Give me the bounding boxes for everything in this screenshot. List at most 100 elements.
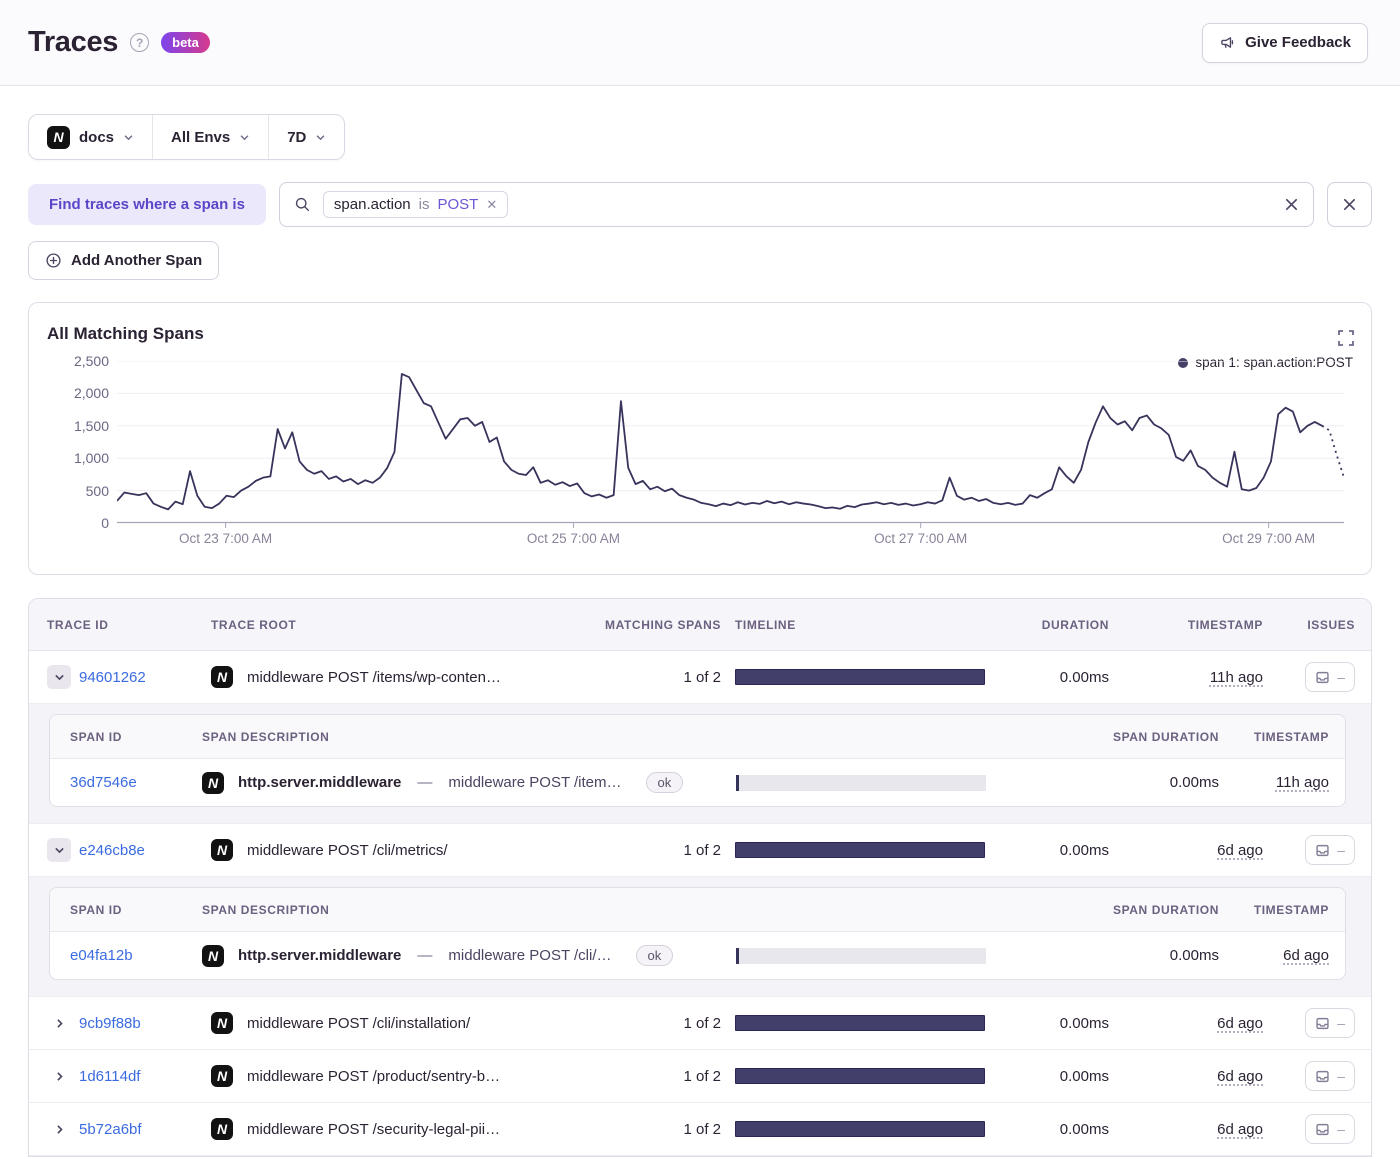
x-axis-tick-label: Oct 29 7:00 AM xyxy=(1222,531,1316,546)
x-axis-tick-label: Oct 27 7:00 AM xyxy=(874,531,968,546)
table-header-row: Trace ID Trace Root Matching Spans Timel… xyxy=(29,599,1371,651)
traces-table: Trace ID Trace Root Matching Spans Timel… xyxy=(28,598,1372,1157)
plus-circle-icon xyxy=(46,253,61,268)
col-span-timestamp: Timestamp xyxy=(1253,729,1329,744)
issues-cell[interactable]: – xyxy=(1305,835,1355,865)
project-filter[interactable]: N docs xyxy=(29,115,152,159)
chevron-right-icon xyxy=(56,1124,63,1134)
token-remove-icon[interactable]: ✕ xyxy=(486,197,497,213)
col-matching-spans: Matching Spans xyxy=(605,617,721,632)
matching-spans-chart-panel: All Matching Spans span 1: span.action:P… xyxy=(28,302,1372,575)
give-feedback-label: Give Feedback xyxy=(1245,34,1351,51)
trace-id-link[interactable]: 9cb9f88b xyxy=(79,1015,141,1032)
expand-row-button[interactable] xyxy=(47,1011,71,1035)
chevron-right-icon xyxy=(56,1018,63,1028)
op-separator: — xyxy=(417,774,433,791)
table-row: 9cb9f88b N middleware POST /cli/installa… xyxy=(29,997,1371,1050)
filter-token[interactable]: span.action is POST ✕ xyxy=(322,191,509,218)
timestamp-value[interactable]: 6d ago xyxy=(1217,1121,1263,1138)
table-row: e246cb8e N middleware POST /cli/metrics/… xyxy=(29,824,1371,877)
span-search-input[interactable]: span.action is POST ✕ xyxy=(278,182,1314,227)
token-key: span.action xyxy=(333,196,411,213)
trace-root-text: middleware POST /cli/installation/ xyxy=(247,1014,471,1032)
y-axis-tick-label: 1,500 xyxy=(73,417,109,434)
duration-value: 0.00ms xyxy=(1059,841,1109,859)
y-axis-tick-label: 500 xyxy=(85,482,109,499)
span-timeline-bar[interactable] xyxy=(736,774,986,791)
timestamp-value[interactable]: 6d ago xyxy=(1217,842,1263,859)
expand-row-button[interactable] xyxy=(47,1117,71,1141)
help-icon[interactable]: ? xyxy=(130,33,150,52)
timeline-bar[interactable] xyxy=(735,669,985,685)
span-id-link[interactable]: e04fa12b xyxy=(70,947,188,964)
timestamp-value[interactable]: 6d ago xyxy=(1217,1068,1263,1085)
col-span-duration: Span Duration xyxy=(1112,729,1219,744)
add-another-span-button[interactable]: Add Another Span xyxy=(28,241,220,280)
timestamp-value[interactable]: 11h ago xyxy=(1210,669,1263,686)
trace-id-link[interactable]: e246cb8e xyxy=(79,842,145,859)
span-table-header-row: Span ID Span Description Span Duration T… xyxy=(50,888,1345,932)
give-feedback-button[interactable]: Give Feedback xyxy=(1202,22,1368,63)
chart-plot-area[interactable]: Oct 23 7:00 AM Oct 25 7:00 AM Oct 27 7:00 … xyxy=(117,361,1344,557)
timeline-bar[interactable] xyxy=(735,842,985,858)
span-op-name: http.server.middleware xyxy=(238,774,402,791)
col-span-timestamp: Timestamp xyxy=(1253,902,1329,917)
matching-spans-count: 1 of 2 xyxy=(683,1120,721,1138)
chart-title: All Matching Spans xyxy=(47,324,204,343)
table-row: 1d6114df N middleware POST /product/sent… xyxy=(29,1050,1371,1103)
issues-cell[interactable]: – xyxy=(1305,662,1355,692)
remove-span-filter-button[interactable] xyxy=(1327,182,1372,227)
expanded-span-panel: Span ID Span Description Span Duration T… xyxy=(29,704,1371,824)
date-range-label: 7D xyxy=(287,128,307,146)
fullscreen-icon xyxy=(1338,330,1354,346)
issues-cell[interactable]: – xyxy=(1305,1061,1355,1091)
chevron-down-icon xyxy=(240,134,249,140)
span-timestamp-value[interactable]: 6d ago xyxy=(1283,947,1329,964)
chart-x-axis: Oct 23 7:00 AM Oct 25 7:00 AM Oct 27 7:00 … xyxy=(117,531,1344,557)
span-row: 36d7546e N http.server.middleware — midd… xyxy=(50,759,1345,806)
collapse-row-button[interactable] xyxy=(47,838,71,862)
matching-spans-count: 1 of 2 xyxy=(683,841,721,859)
clear-search-icon[interactable] xyxy=(1284,197,1299,212)
span-timeline-bar[interactable] xyxy=(736,947,986,964)
issues-icon xyxy=(1316,671,1329,683)
issues-empty-dash: – xyxy=(1337,1068,1345,1084)
issues-cell[interactable]: – xyxy=(1305,1114,1355,1144)
nextjs-project-icon: N xyxy=(211,1118,233,1140)
timestamp-value[interactable]: 6d ago xyxy=(1217,1015,1263,1032)
timeline-bar[interactable] xyxy=(735,1015,985,1031)
duration-value: 0.00ms xyxy=(1059,1014,1109,1032)
trace-id-link[interactable]: 5b72a6bf xyxy=(79,1121,142,1138)
nextjs-project-icon: N xyxy=(202,771,224,794)
traces-page: Traces ? beta Give Feedback N docs All E… xyxy=(0,0,1400,1159)
col-span-duration: Span Duration xyxy=(1112,902,1219,917)
span-timestamp-value[interactable]: 11h ago xyxy=(1276,774,1329,791)
token-operator[interactable]: is xyxy=(419,196,430,213)
span-duration-value: 0.00ms xyxy=(1169,774,1219,791)
trace-id-link[interactable]: 1d6114df xyxy=(79,1068,140,1085)
expand-chart-button[interactable] xyxy=(1337,329,1355,347)
span-id-link[interactable]: 36d7546e xyxy=(70,774,188,791)
nextjs-project-icon: N xyxy=(211,1012,233,1034)
y-axis-tick-label: 1,000 xyxy=(73,450,109,467)
token-value[interactable]: POST xyxy=(438,196,479,213)
timeline-bar[interactable] xyxy=(735,1068,985,1084)
expand-row-button[interactable] xyxy=(47,1064,71,1088)
issues-cell[interactable]: – xyxy=(1305,1008,1355,1038)
project-filter-label: docs xyxy=(79,128,115,146)
collapse-row-button[interactable] xyxy=(47,665,71,689)
y-axis-tick-label: 2,000 xyxy=(73,385,109,402)
timeline-bar[interactable] xyxy=(735,1121,985,1137)
app-header: Traces ? beta Give Feedback xyxy=(0,0,1400,86)
span-description-text: middleware POST /cli/… xyxy=(448,947,612,964)
nextjs-project-icon: N xyxy=(211,839,233,861)
issues-icon xyxy=(1316,844,1329,856)
environment-filter[interactable]: All Envs xyxy=(152,115,268,159)
span-status-badge: ok xyxy=(645,772,684,793)
date-range-filter[interactable]: 7D xyxy=(268,115,344,159)
matching-spans-count: 1 of 2 xyxy=(683,1067,721,1085)
issues-icon xyxy=(1316,1123,1329,1135)
trace-id-link[interactable]: 94601262 xyxy=(79,669,146,686)
page-title: Traces xyxy=(28,26,119,58)
op-separator: — xyxy=(417,947,433,964)
